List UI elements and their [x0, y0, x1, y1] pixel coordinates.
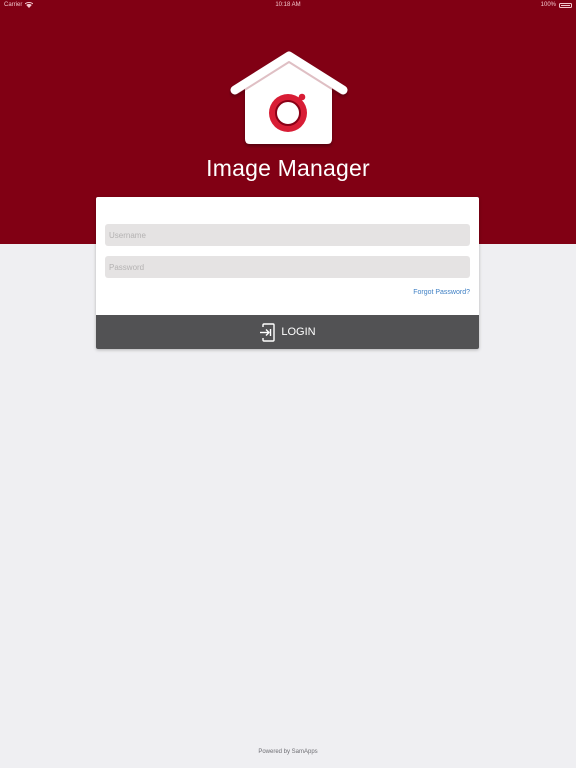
status-bar: Carrier 10:18 AM 100% [0, 0, 576, 11]
login-button[interactable]: LOGIN [96, 315, 479, 349]
login-card: Forgot Password? LOGIN [96, 197, 479, 349]
footer-powered-by: Powered by SamApps [258, 749, 318, 755]
login-button-label: LOGIN [281, 326, 316, 338]
battery-icon [559, 2, 572, 8]
status-right: 100% [541, 2, 572, 8]
status-time: 10:18 AM [275, 2, 301, 8]
login-icon [260, 322, 276, 342]
app-title: Image Manager [206, 155, 370, 181]
username-input[interactable] [105, 224, 470, 246]
battery-percent: 100% [540, 2, 556, 8]
forgot-password-link[interactable]: Forgot Password? [413, 289, 470, 296]
house-camera-logo [230, 51, 348, 144]
password-input[interactable] [105, 256, 470, 278]
